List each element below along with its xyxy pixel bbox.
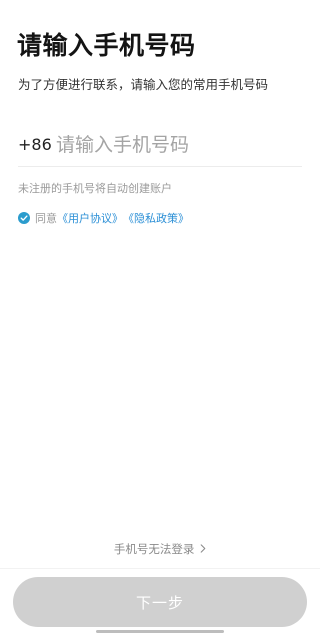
phone-input[interactable] (56, 128, 296, 162)
check-circle-icon[interactable] (18, 212, 30, 224)
auto-register-hint: 未注册的手机号将自动创建账户 (18, 182, 172, 195)
country-code[interactable]: +86 (18, 128, 54, 162)
home-indicator (96, 630, 224, 633)
privacy-policy-link[interactable]: 《隐私政策》 (123, 210, 189, 226)
agreement-prefix: 同意 (35, 212, 57, 225)
page-subtitle: 为了方便进行联系，请输入您的常用手机号码 (18, 77, 269, 92)
cannot-login-label: 手机号无法登录 (113, 542, 195, 556)
page-title: 请输入手机号码 (17, 31, 196, 60)
phone-input-row: +86 (18, 128, 302, 167)
user-agreement-link[interactable]: 《用户协议》 (57, 210, 123, 226)
agreement-row: 同意 《用户协议》 《隐私政策》 (18, 210, 189, 226)
chevron-right-icon (200, 542, 206, 556)
cannot-login-link[interactable]: 手机号无法登录 (0, 541, 320, 557)
footer-divider (0, 568, 320, 569)
next-button[interactable]: 下一步 (13, 577, 307, 627)
